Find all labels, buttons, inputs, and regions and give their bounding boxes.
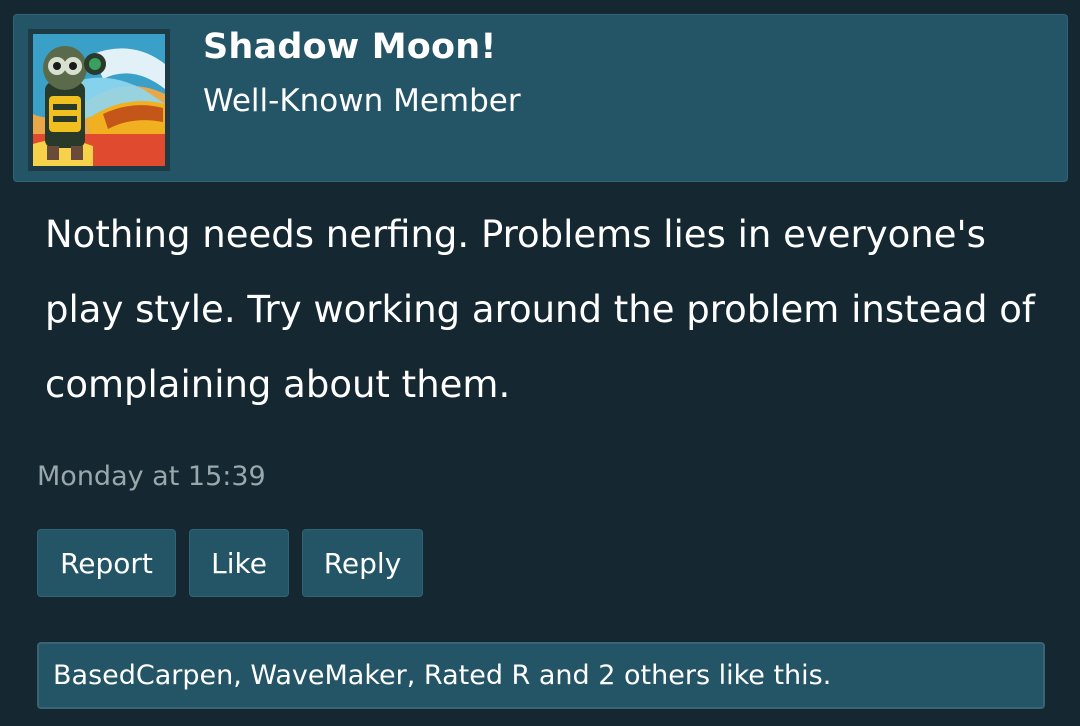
report-button[interactable]: Report: [37, 529, 176, 597]
author-title: Well-Known Member: [203, 83, 521, 119]
avatar-image: [33, 34, 165, 166]
author-name[interactable]: Shadow Moon!: [203, 27, 497, 67]
reply-button[interactable]: Reply: [302, 529, 423, 597]
likes-summary[interactable]: BasedCarpen, WaveMaker, Rated R and 2 ot…: [37, 642, 1045, 709]
post-author-header: Shadow Moon! Well-Known Member: [13, 14, 1068, 182]
like-button[interactable]: Like: [189, 529, 289, 597]
avatar[interactable]: [28, 29, 170, 171]
post-timestamp[interactable]: Monday at 15:39: [37, 461, 266, 492]
post-actions: Report Like Reply: [37, 529, 423, 597]
forum-post: Shadow Moon! Well-Known Member Nothing n…: [0, 0, 1080, 726]
post-message: Nothing needs nerfing. Problems lies in …: [45, 213, 1035, 406]
